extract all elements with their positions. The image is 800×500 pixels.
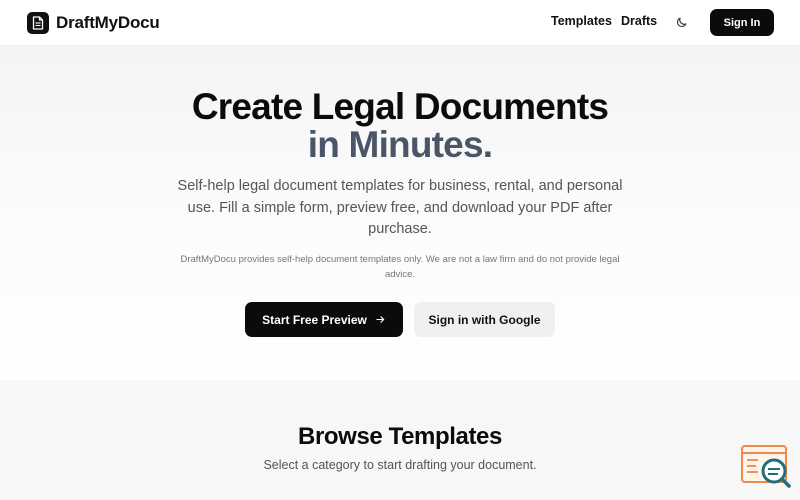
browse-title: Browse Templates bbox=[298, 423, 502, 450]
document-icon bbox=[27, 12, 49, 34]
hero-title: Create Legal Documents bbox=[191, 86, 609, 127]
legal-disclaimer: DraftMyDocu provides self-help document … bbox=[180, 254, 620, 280]
browse-subtitle: Select a category to start drafting your… bbox=[263, 458, 537, 472]
start-free-preview-label: Start Free Preview bbox=[262, 312, 367, 327]
start-free-preview-button[interactable]: Start Free Preview bbox=[245, 302, 403, 337]
brand-name: DraftMyDocu bbox=[56, 13, 160, 32]
hero-section: Create Legal Documents in Minutes. Self-… bbox=[0, 46, 800, 380]
sign-in-button[interactable]: Sign In bbox=[710, 9, 774, 36]
hero-title-highlight: in Minutes. bbox=[307, 124, 493, 165]
browse-templates-section: Browse Templates Select a category to st… bbox=[0, 380, 800, 500]
nav-templates[interactable]: Templates bbox=[551, 14, 612, 28]
hero-subtitle: Self-help legal document templates for b… bbox=[177, 178, 623, 237]
help-widget-button[interactable] bbox=[740, 444, 792, 490]
moon-icon bbox=[676, 17, 686, 27]
search-document-icon bbox=[741, 445, 791, 488]
nav-drafts[interactable]: Drafts bbox=[621, 14, 657, 28]
arrow-right-icon bbox=[375, 314, 386, 325]
brand-link[interactable]: DraftMyDocu bbox=[27, 11, 160, 35]
site-header: DraftMyDocu Templates Drafts Sign In bbox=[0, 0, 800, 46]
theme-toggle-button[interactable] bbox=[671, 12, 691, 32]
sign-in-with-google-button[interactable]: Sign in with Google bbox=[414, 302, 555, 337]
